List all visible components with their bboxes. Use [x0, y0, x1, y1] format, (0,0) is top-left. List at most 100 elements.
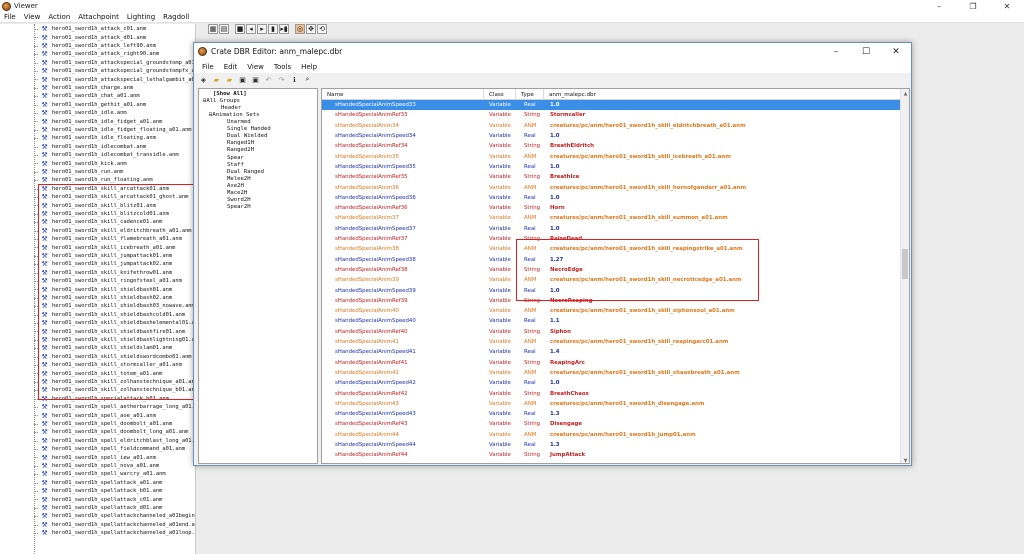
anm-file-item[interactable]: ⚒ hero01_sword1h_skill_shieldslam01.anm	[40, 344, 172, 352]
camera-icon[interactable]: ◎	[295, 24, 305, 34]
table-row[interactable]: sHandedSpecialAnimSpeed35 Variable Real 1.0	[322, 162, 902, 172]
table-row[interactable]: sHandedSpecialAnimRef36 Variable String Hor…	[322, 203, 902, 213]
table-row[interactable]: sHandedSpecialAnim37 Variable ANM creatures…	[322, 213, 902, 223]
column-file-value[interactable]: anm_malepc.dbr	[544, 89, 902, 100]
anm-file-item[interactable]: ⚒ hero01_sword1h_run.anm	[40, 168, 123, 176]
anm-file-item[interactable]: ⚒ hero01_sword1h_skill_arcattack01_ghost.…	[40, 193, 188, 201]
anm-file-item[interactable]: ⚒ hero01_sword1h_spellattack_b01.anm	[40, 487, 162, 495]
menu-lighting[interactable]: Lighting	[123, 13, 159, 21]
anm-file-item[interactable]: ⚒ hero01_sword1h_spell_eldritchblast_long…	[40, 437, 195, 445]
menu-help[interactable]: Help	[296, 63, 322, 71]
tree-animation-set-item[interactable]: Ranged1H	[227, 140, 254, 146]
anm-file-item[interactable]: ⚒ hero01_sword1h_skill_blitzcold01.anm	[40, 210, 168, 218]
anm-file-item[interactable]: ⚒ hero01_sword1h_idlecombat.anm	[40, 143, 146, 151]
anm-file-item[interactable]: ⚒ hero01_sword1h_spell_doombolt_a01.anm	[40, 420, 172, 428]
open-file-icon[interactable]: ▦	[208, 24, 218, 34]
tree-show-all[interactable]: [Show All]	[213, 91, 247, 97]
tree-animation-set-item[interactable]: Single Handed	[227, 126, 271, 132]
step-icon[interactable]: ▮	[268, 24, 278, 34]
menu-edit[interactable]: Edit	[219, 63, 243, 71]
anm-file-item[interactable]: ⚒ hero01_sword1h_charge.anm	[40, 84, 133, 92]
menu-view[interactable]: View	[20, 13, 45, 21]
anm-file-item[interactable]: ⚒ hero01_sword1h_attackspecial_lethalgamb…	[40, 75, 195, 84]
anm-file-item[interactable]: ⚒ hero01_sword1h_attack_d01.anm	[40, 33, 146, 42]
new-icon[interactable]: ◈	[198, 75, 209, 85]
minimize-icon[interactable]: –	[821, 43, 851, 60]
open-icon[interactable]: ▰	[211, 75, 222, 85]
anm-file-item[interactable]: ⚒ hero01_sword1h_skill_flamebreath_a01.an…	[40, 235, 181, 243]
anm-file-item[interactable]: ⚒ hero01_sword1h_idlecombat_transidle.anm	[40, 151, 178, 159]
anm-file-item[interactable]: ⚒ hero01_sword1h_spell_fieldcommand_a01.a…	[40, 445, 185, 453]
menu-tools[interactable]: Tools	[269, 63, 296, 71]
play-icon[interactable]: ▸	[257, 24, 267, 34]
anm-file-item[interactable]: ⚒ hero01_sword1h_skill_stormcaller_a01.an…	[40, 361, 181, 369]
table-row[interactable]: sHandedSpecialAnimRef37 Variable String Rai…	[322, 234, 902, 244]
tree-animation-set-item[interactable]: Ranged2H	[227, 147, 254, 153]
anm-file-item[interactable]: ⚒ hero01_sword1h_skill_zolhanstechnique_b…	[40, 386, 195, 394]
anm-file-item[interactable]: ⚒ hero01_sword1h_spellattack_d01.anm	[40, 504, 162, 512]
tree-animation-set-item[interactable]: Axe2H	[227, 183, 244, 189]
anm-file-item[interactable]: ⚒ hero01_sword1h_kick.anm	[40, 159, 126, 168]
table-row[interactable]: sHandedSpecialAnimSpeed37 Variable Real 1.0	[322, 224, 902, 234]
anm-file-item[interactable]: ⚒ hero01_sword1h_skill_zolhanstechnique_a…	[40, 378, 195, 386]
undo-icon[interactable]: ↶	[263, 75, 274, 85]
anm-file-item[interactable]: ⚒ hero01_sword1h_spell_aoe_a01.anm	[40, 411, 156, 420]
table-row[interactable]: sHandedSpecialAnim38 Variable ANM creatures…	[322, 244, 902, 254]
anm-file-item[interactable]: ⚒ hero01_sword1h_skill_shieldbashcold01.a…	[40, 311, 185, 319]
tree-animation-sets[interactable]: ⊟Animation Sets	[209, 112, 260, 118]
column-type[interactable]: Type	[516, 89, 544, 100]
anm-file-item[interactable]: ⚒ hero01_sword1h_skill_blitz01.anm	[40, 201, 156, 210]
folder-icon[interactable]: ▰	[224, 75, 235, 85]
save-icon[interactable]: ▣	[237, 75, 248, 85]
table-row[interactable]: sHandedSpecialAnimSpeed36 Variable Real 1.0	[322, 193, 902, 203]
table-row[interactable]: sHandedSpecialAnimSpeed38 Variable Real 1.2…	[322, 255, 902, 265]
table-row[interactable]: sHandedSpecialAnimSpeed39 Variable Real 1.0	[322, 285, 902, 295]
table-row[interactable]: sHandedSpecialAnimRef38 Variable String Nec…	[322, 265, 902, 275]
maximize-icon[interactable]: ☐	[851, 43, 881, 60]
rotate-icon[interactable]: ⟲	[317, 24, 327, 34]
anm-file-item[interactable]: ⚒ hero01_sword1h_spell_nova_a01.anm	[40, 462, 159, 470]
table-row[interactable]: sHandedSpecialAnim34 Variable ANM creatures…	[322, 121, 902, 131]
tree-all-groups[interactable]: ⊟All Groups	[203, 98, 240, 104]
anm-file-item[interactable]: ⚒ hero01_sword1h_run_floating.anm	[40, 176, 152, 184]
table-row[interactable]: sHandedSpecialAnimRef35 Variable String Bre…	[322, 172, 902, 182]
end-icon[interactable]: ▸▮	[279, 24, 289, 34]
tree-animation-set-item[interactable]: Staff	[227, 162, 244, 168]
anm-file-item[interactable]: ⚒ hero01_sword1h_skill_cadence01.anm	[40, 218, 162, 226]
anm-file-item[interactable]: ⚒ hero01_sword1h_skill_jumpattack01.anm	[40, 252, 172, 260]
table-row[interactable]: sHandedSpecialAnim39 Variable ANM creatures…	[322, 275, 902, 285]
menu-attachpoint[interactable]: Attachpoint	[74, 13, 123, 21]
table-row[interactable]: sHandedSpecialAnimRef44 Variable String Jum…	[322, 450, 902, 460]
table-row[interactable]: sHandedSpecialAnimSpeed43 Variable Real 1.3	[322, 409, 902, 419]
scroll-down-icon[interactable]: ▼	[901, 456, 909, 464]
tree-animation-set-item[interactable]: Spear	[227, 155, 244, 161]
anm-file-item[interactable]: ⚒ hero01_sword1h_spellattackchanneled_a01…	[40, 512, 195, 520]
menu-file[interactable]: File	[197, 63, 219, 71]
table-row[interactable]: sHandedSpecialAnim40 Variable ANM creatures…	[322, 306, 902, 316]
anm-file-item[interactable]: ⚒ hero01_sword1h_spellattack_c01.anm	[40, 495, 162, 504]
scrollbar-thumb[interactable]	[902, 249, 908, 279]
minimize-icon[interactable]: –	[922, 0, 956, 12]
tree-animation-set-item[interactable]: Sword2H	[227, 197, 251, 203]
anm-file-item[interactable]: ⚒ hero01_sword1h_spell_iew_a01.anm	[40, 453, 156, 462]
anm-file-item[interactable]: ⚒ hero01_sword1h_spellattack_a01.anm	[40, 479, 162, 487]
table-row[interactable]: sHandedSpecialAnimRef41 Variable String Rea…	[322, 358, 902, 368]
anm-file-item[interactable]: ⚒ hero01_sword1h_skill_shieldswordcombo01…	[40, 353, 191, 361]
anm-file-item[interactable]: ⚒ hero01_sword1h_idle_fidget_floating_a01…	[40, 126, 191, 134]
anm-file-item[interactable]: ⚒ hero01_sword1h_attack_left90.anm	[40, 42, 156, 50]
tree-animation-set-item[interactable]: Melee2H	[227, 176, 251, 182]
anm-file-item[interactable]: ⚒ hero01_sword1h_gethit_a01.anm	[40, 101, 146, 109]
maximize-icon[interactable]: ❐	[956, 0, 990, 12]
save-file-icon[interactable]: ▤	[219, 24, 229, 34]
table-row[interactable]: sHandedSpecialAnimSpeed44 Variable Real 1.3	[322, 440, 902, 450]
table-row[interactable]: sHandedSpecialAnimRef43 Variable String Dis…	[322, 419, 902, 429]
anm-file-item[interactable]: ⚒ hero01_sword1h_skill_arcattack01.anm	[40, 185, 168, 193]
anm-file-item[interactable]: ⚒ hero01_sword1h_skill_jumpattack02.anm	[40, 260, 172, 268]
anm-file-item[interactable]: ⚒ hero01_sword1h_spellattackchanneled_a01…	[40, 521, 195, 529]
table-row[interactable]: sHandedSpecialAnimRef40 Variable String Sip…	[322, 327, 902, 337]
anm-file-item[interactable]: ⚒ hero01_sword1h_skill_shieldbash02.anm	[40, 294, 172, 302]
table-row[interactable]: sHandedSpecialAnimSpeed33 Variable Real 1.0	[322, 100, 902, 111]
tree-animation-set-item[interactable]: Unarmed	[227, 119, 251, 125]
move-icon[interactable]: ✥	[306, 24, 316, 34]
table-row[interactable]: sHandedSpecialAnim43 Variable ANM creatures…	[322, 399, 902, 409]
